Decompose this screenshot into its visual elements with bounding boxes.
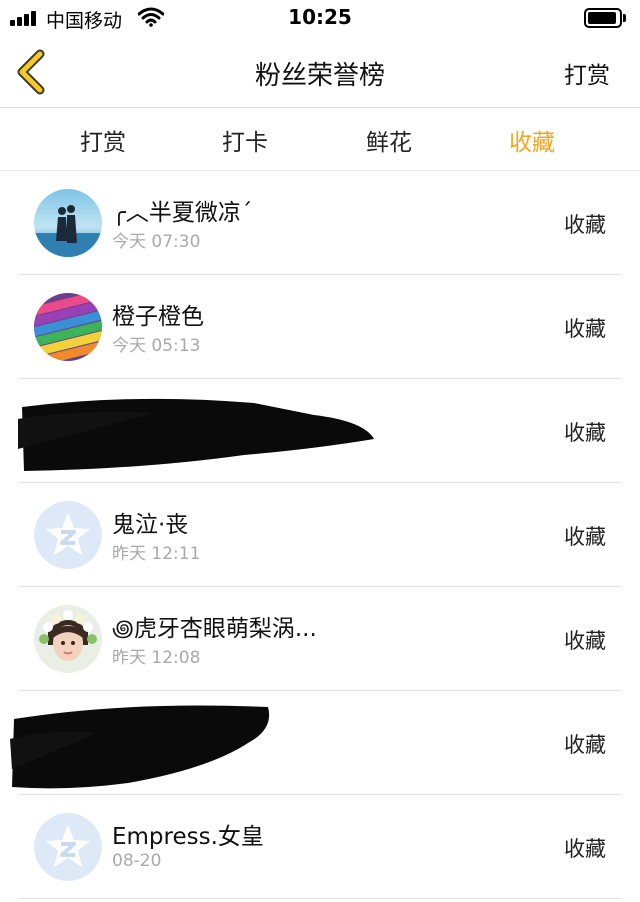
favorite-label: 收藏 [564, 837, 606, 861]
page-title: 粉丝荣誉榜 [254, 61, 385, 91]
favorite-label: 收藏 [564, 629, 606, 653]
default-avatar-icon [34, 813, 102, 881]
fan-time: 08-20 [112, 851, 162, 871]
favorite-label: 收藏 [564, 213, 606, 237]
divider [18, 898, 622, 899]
fan-time: 昨天 12:08 [112, 648, 201, 668]
list-item[interactable]: 收藏 [0, 379, 640, 483]
nav-bar: 粉丝荣誉榜 打赏 [0, 36, 640, 108]
favorite-label: 收藏 [564, 525, 606, 549]
fan-name: 橙子橙色 [112, 304, 204, 330]
fan-time: 今天 07:30 [112, 232, 201, 252]
fan-time: 昨天 12:11 [112, 544, 201, 564]
avatar [34, 293, 102, 361]
list-item[interactable]: 橙子橙色 今天 05:13 收藏 [0, 275, 640, 379]
default-avatar-icon [34, 501, 102, 569]
tab-reward[interactable]: 打赏 [80, 123, 126, 157]
avatar [34, 605, 102, 673]
tab-favorites[interactable]: 收藏 [509, 123, 555, 157]
list-item[interactable]: ╭︿半夏微凉ˊ 今天 07:30 收藏 [0, 171, 640, 275]
avatar [34, 189, 102, 257]
avatar [34, 813, 102, 881]
status-bar: 中国移动 10:25 [0, 0, 640, 36]
fan-name: ╭︿半夏微凉ˊ [112, 200, 253, 226]
fan-list: ╭︿半夏微凉ˊ 今天 07:30 收藏 橙子橙色 今天 05:13 收藏 收藏 … [0, 171, 640, 899]
battery-icon [584, 8, 626, 28]
fan-name: 鬼泣·丧 [112, 512, 189, 538]
fan-name: Empress.女皇 [112, 824, 264, 850]
list-item[interactable]: ꩜虎牙杏眼萌梨涡... 昨天 12:08 收藏 [0, 587, 640, 691]
list-item[interactable]: 鬼泣·丧 昨天 12:11 收藏 [0, 483, 640, 587]
list-item[interactable]: Empress.女皇 08-20 收藏 [0, 795, 640, 899]
tab-flowers[interactable]: 鲜花 [366, 123, 412, 157]
reward-button[interactable]: 打赏 [564, 56, 610, 90]
tab-bar: 打赏 打卡 鲜花 收藏 [0, 109, 640, 171]
tab-checkin[interactable]: 打卡 [222, 123, 268, 157]
clock: 10:25 [288, 5, 352, 29]
favorite-label: 收藏 [564, 421, 606, 445]
redaction-mark [10, 705, 270, 789]
list-item[interactable]: 收藏 [0, 691, 640, 795]
fan-time: 今天 05:13 [112, 336, 201, 356]
favorite-label: 收藏 [564, 733, 606, 757]
fan-name: ꩜虎牙杏眼萌梨涡... [112, 616, 317, 642]
avatar [34, 501, 102, 569]
redaction-mark [18, 398, 374, 471]
favorite-label: 收藏 [564, 317, 606, 341]
